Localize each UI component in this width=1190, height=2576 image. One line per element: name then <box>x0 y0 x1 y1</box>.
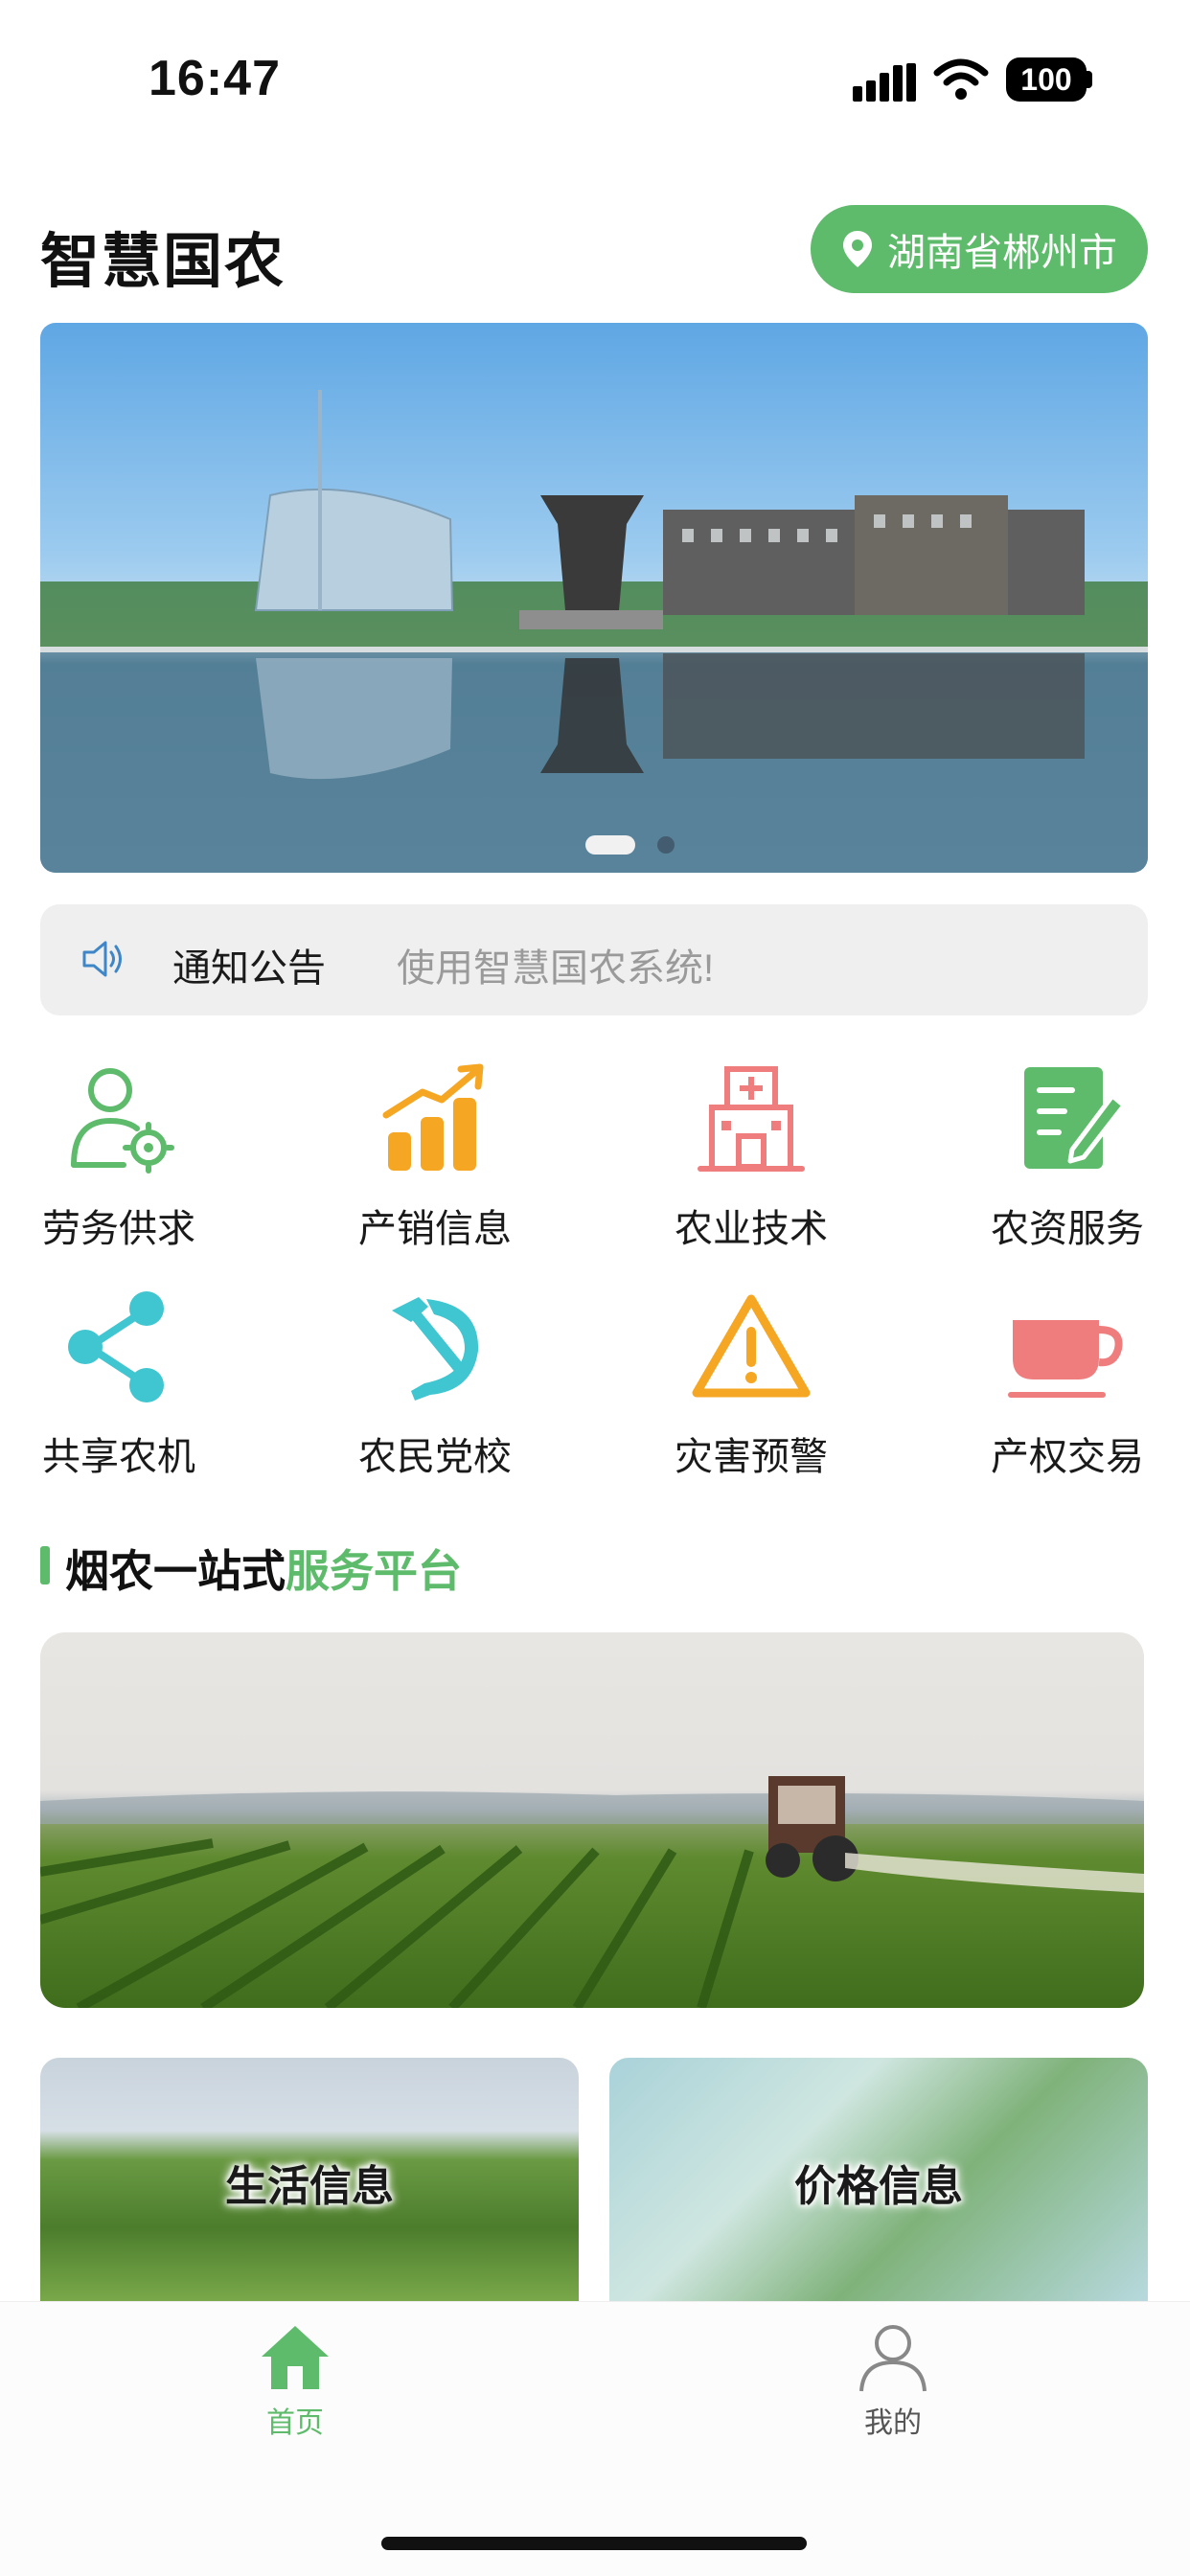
service-label: 共享农机 <box>42 1436 195 1478</box>
field-photo <box>40 1776 1144 2008</box>
status-time: 16:47 <box>149 51 281 106</box>
service-disaster-warning[interactable]: 灾害预警 <box>636 1289 866 1491</box>
section-title-accent: 服务平台 <box>286 1546 462 1596</box>
service-label: 产权交易 <box>991 1436 1144 1478</box>
bar-chart-icon <box>382 1063 484 1171</box>
life-info-card[interactable]: 生活信息 <box>40 2058 579 2301</box>
cup-icon <box>1008 1320 1123 1398</box>
worker-gear-icon <box>71 1068 174 1174</box>
location-label: 湖南省郴州市 <box>887 232 1117 274</box>
service-labor[interactable]: 劳务供求 <box>4 1061 234 1263</box>
card-label: 价格信息 <box>794 2163 963 2210</box>
section-title: 烟农一站式服务平台 <box>65 1537 462 1600</box>
service-label: 农资服务 <box>991 1208 1144 1250</box>
warning-icon <box>692 1294 811 1398</box>
home-indicator[interactable] <box>381 2537 807 2550</box>
section-title-main: 烟农一站式 <box>65 1546 286 1596</box>
document-edit-icon <box>1024 1067 1127 1169</box>
app-title: 智慧国农 <box>40 229 286 295</box>
service-label: 劳务供求 <box>42 1208 195 1250</box>
service-agri-supplies[interactable]: 农资服务 <box>952 1061 1182 1263</box>
location-button[interactable]: 湖南省郴州市 <box>811 205 1148 293</box>
price-info-card[interactable]: 价格信息 <box>609 2058 1148 2301</box>
speaker-icon <box>82 941 122 977</box>
campus-photo <box>40 390 1148 873</box>
service-label: 农民党校 <box>358 1436 512 1478</box>
tab-home[interactable]: 首页 <box>180 2322 410 2441</box>
service-label: 农业技术 <box>675 1208 828 1250</box>
battery-nub <box>1087 71 1092 88</box>
location-pin-icon <box>843 231 872 267</box>
user-icon <box>859 2325 927 2392</box>
tab-mine-label: 我的 <box>864 2407 922 2439</box>
tab-home-label: 首页 <box>266 2407 324 2439</box>
section-accent-bar <box>40 1546 50 1584</box>
platform-banner-image[interactable] <box>40 1632 1144 2008</box>
hospital-icon <box>698 1066 805 1172</box>
service-sales[interactable]: 产销信息 <box>320 1061 550 1263</box>
notice-label: 通知公告 <box>172 947 326 990</box>
service-agri-tech[interactable]: 农业技术 <box>636 1061 866 1263</box>
tab-mine[interactable]: 我的 <box>778 2322 1008 2441</box>
share-icon <box>68 1291 164 1402</box>
notice-marquee-text: 使用智慧国农系统! <box>397 947 715 990</box>
banner-carousel[interactable] <box>40 323 1148 873</box>
service-shared-machinery[interactable]: 共享农机 <box>4 1289 234 1491</box>
battery-indicator: 100 <box>1006 57 1087 102</box>
service-party-school[interactable]: 农民党校 <box>320 1289 550 1491</box>
service-label: 灾害预警 <box>675 1436 828 1478</box>
hammer-sickle-icon <box>392 1297 479 1401</box>
tab-bar <box>0 2301 1190 2576</box>
home-icon <box>262 2326 329 2389</box>
carousel-dot[interactable] <box>657 836 675 854</box>
card-label: 生活信息 <box>225 2163 394 2210</box>
service-property-exchange[interactable]: 产权交易 <box>952 1289 1182 1491</box>
wifi-icon <box>933 58 989 100</box>
service-label: 产销信息 <box>358 1208 512 1250</box>
cellular-signal-icon <box>853 63 916 102</box>
carousel-dot-active[interactable] <box>585 835 635 855</box>
